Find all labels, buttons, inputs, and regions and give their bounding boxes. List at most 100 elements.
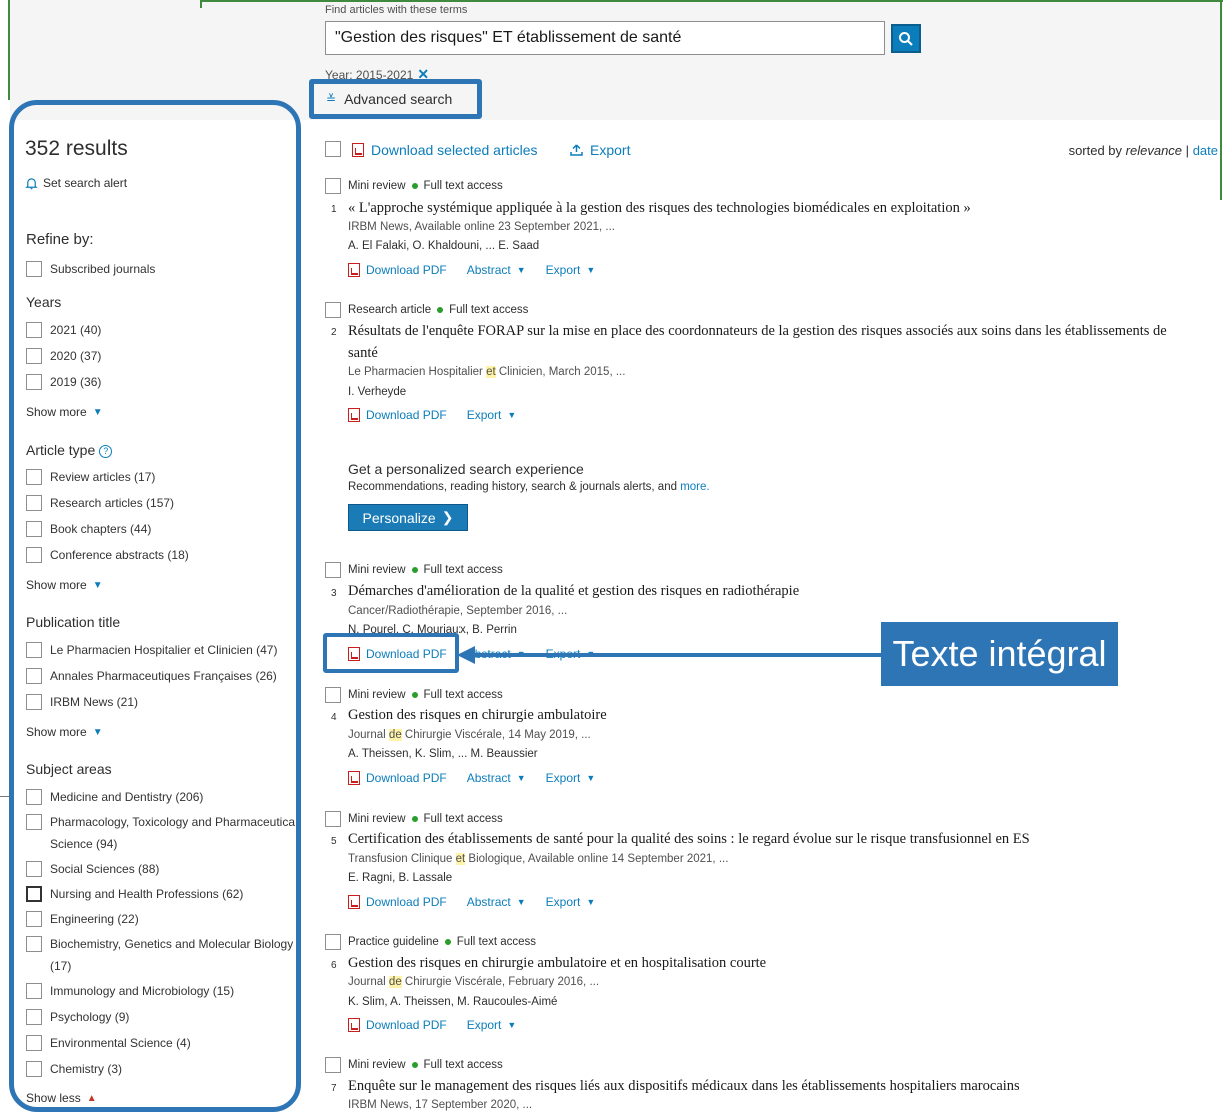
filter-subscribed-journals[interactable]: Subscribed journals xyxy=(26,261,155,277)
result-title-link[interactable]: Gestion des risques en chirurgie ambulat… xyxy=(348,707,607,724)
checkbox[interactable] xyxy=(26,521,42,537)
filter-subject-psychology[interactable]: Psychology (9) xyxy=(26,1009,129,1025)
personalize-more-link[interactable]: more. xyxy=(680,481,709,493)
source-text: Chirurgie Viscérale, 14 May 2019, ... xyxy=(404,729,591,741)
checkbox[interactable] xyxy=(26,936,42,952)
abstract-toggle[interactable]: Abstract ▼ xyxy=(467,895,526,909)
checkbox[interactable] xyxy=(26,1061,42,1077)
export-dropdown[interactable]: Export ▼ xyxy=(546,771,596,785)
result-title-link[interactable]: Résultats de l'enquête FORAP sur la mise… xyxy=(348,323,1167,340)
download-selected-button[interactable]: Download selected articles xyxy=(352,142,538,158)
checkbox[interactable] xyxy=(26,1035,42,1051)
checkbox[interactable] xyxy=(26,861,42,877)
publication-show-more[interactable]: Show more ▼ xyxy=(26,725,103,739)
article-type-heading: Article type? xyxy=(26,442,113,458)
checkbox[interactable] xyxy=(26,495,42,511)
checkbox[interactable] xyxy=(26,547,42,563)
filter-conference-abstracts[interactable]: Conference abstracts (18) xyxy=(26,547,189,563)
result-checkbox[interactable] xyxy=(325,811,341,827)
filter-publication-3[interactable]: IRBM News (21) xyxy=(26,694,138,710)
result-title-link[interactable]: Démarches d'amélioration de la qualité e… xyxy=(348,583,799,600)
filter-year-2020[interactable]: 2020 (37) xyxy=(26,348,101,364)
chevron-up-icon: ▲ xyxy=(86,1092,97,1104)
checkbox[interactable] xyxy=(26,668,42,684)
filter-label: Medicine and Dentistry (206) xyxy=(50,790,204,804)
checkbox[interactable] xyxy=(26,983,42,999)
filter-subject-chemistry[interactable]: Chemistry (3) xyxy=(26,1061,122,1077)
export-button[interactable]: Export xyxy=(570,142,630,158)
filter-subject-immunology[interactable]: Immunology and Microbiology (15) xyxy=(26,983,234,999)
checkbox[interactable] xyxy=(26,642,42,658)
export-dropdown[interactable]: Export ▼ xyxy=(467,1018,517,1032)
filter-research-articles[interactable]: Research articles (157) xyxy=(26,495,174,511)
filter-subject-nursing[interactable]: Nursing and Health Professions (62) xyxy=(26,886,243,902)
result-checkbox[interactable] xyxy=(325,934,341,950)
pdf-icon xyxy=(348,1018,360,1032)
result-checkbox[interactable] xyxy=(325,687,341,703)
filter-subject-biochemistry[interactable]: Biochemistry, Genetics and Molecular Bio… xyxy=(26,936,293,952)
filter-subject-medicine[interactable]: Medicine and Dentistry (206) xyxy=(26,789,203,805)
download-pdf-link[interactable]: Download PDF xyxy=(348,408,447,422)
highlighted-term: et xyxy=(455,853,466,865)
sort-date-option[interactable]: date xyxy=(1193,143,1218,158)
result-checkbox[interactable] xyxy=(325,1057,341,1073)
filter-label: Book chapters (44) xyxy=(50,522,152,536)
result-title-link-continuation[interactable]: santé xyxy=(348,345,378,362)
result-checkbox[interactable] xyxy=(325,562,341,578)
sort-relevance-option[interactable]: relevance xyxy=(1126,143,1182,158)
filter-subject-pharmacology[interactable]: Pharmacology, Toxicology and Pharmaceuti… xyxy=(26,814,295,830)
filter-subject-environmental[interactable]: Environmental Science (4) xyxy=(26,1035,191,1051)
abstract-toggle[interactable]: Abstract ▼ xyxy=(467,263,526,277)
result-title-link[interactable]: Certification des établissements de sant… xyxy=(348,831,1030,848)
export-dropdown[interactable]: Export ▼ xyxy=(546,895,596,909)
personalize-button[interactable]: Personalize ❯ xyxy=(348,504,468,531)
checkbox[interactable] xyxy=(26,886,42,902)
checkbox[interactable] xyxy=(26,374,42,390)
result-authors: I. Verheyde xyxy=(348,386,407,398)
checkbox[interactable] xyxy=(26,322,42,338)
result-title-link[interactable]: « L'approche systémique appliquée à la g… xyxy=(348,200,971,217)
abstract-toggle[interactable]: Abstract ▼ xyxy=(467,771,526,785)
export-dropdown[interactable]: Export ▼ xyxy=(467,408,517,422)
subject-show-less[interactable]: Show less ▲ xyxy=(26,1091,97,1105)
filter-subject-social-sciences[interactable]: Social Sciences (88) xyxy=(26,861,159,877)
access-label: Full text access xyxy=(423,813,503,825)
checkbox[interactable] xyxy=(26,348,42,364)
checkbox[interactable] xyxy=(26,469,42,485)
article-type-show-more[interactable]: Show more ▼ xyxy=(26,578,103,592)
filter-book-chapters[interactable]: Book chapters (44) xyxy=(26,521,151,537)
search-button[interactable] xyxy=(891,24,921,53)
advanced-search-button[interactable]: ≚ Advanced search xyxy=(309,79,482,119)
checkbox[interactable] xyxy=(26,911,42,927)
checkbox[interactable] xyxy=(26,1009,42,1025)
checkbox[interactable] xyxy=(26,261,42,277)
result-checkbox[interactable] xyxy=(325,302,341,318)
sort-separator: | xyxy=(1185,143,1190,158)
help-icon[interactable]: ? xyxy=(99,444,113,458)
checkbox[interactable] xyxy=(26,694,42,710)
select-all-checkbox[interactable] xyxy=(325,141,341,157)
search-input[interactable]: "Gestion des risques" ET établissement d… xyxy=(325,21,885,55)
set-search-alert-link[interactable]: Set search alert xyxy=(25,176,127,190)
show-less-label: Show less xyxy=(26,1091,81,1105)
checkbox[interactable] xyxy=(26,814,42,830)
result-title-link[interactable]: Gestion des risques en chirurgie ambulat… xyxy=(348,955,766,972)
filter-year-2019[interactable]: 2019 (36) xyxy=(26,374,101,390)
filter-subject-engineering[interactable]: Engineering (22) xyxy=(26,911,139,927)
download-pdf-link[interactable]: Download PDF xyxy=(348,895,447,909)
result-checkbox[interactable] xyxy=(325,178,341,194)
frame-border-stub xyxy=(200,0,202,8)
filter-review-articles[interactable]: Review articles (17) xyxy=(26,469,155,485)
filter-publication-1[interactable]: Le Pharmacien Hospitalier et Clinicien (… xyxy=(26,642,277,658)
filter-publication-2[interactable]: Annales Pharmaceutiques Françaises (26) xyxy=(26,668,277,684)
filter-label: Pharmacology, Toxicology and Pharmaceuti… xyxy=(50,815,296,829)
result-title-link[interactable]: Enquête sur le management des risques li… xyxy=(348,1078,1020,1095)
download-pdf-link[interactable]: Download PDF xyxy=(348,1018,447,1032)
checkbox[interactable] xyxy=(26,789,42,805)
filter-year-2021[interactable]: 2021 (40) xyxy=(26,322,101,338)
download-pdf-link[interactable]: Download PDF xyxy=(348,771,447,785)
export-dropdown[interactable]: Export ▼ xyxy=(546,263,596,277)
highlighted-term: de xyxy=(388,976,402,988)
years-show-more[interactable]: Show more ▼ xyxy=(26,405,103,419)
download-pdf-link[interactable]: Download PDF xyxy=(348,263,447,277)
